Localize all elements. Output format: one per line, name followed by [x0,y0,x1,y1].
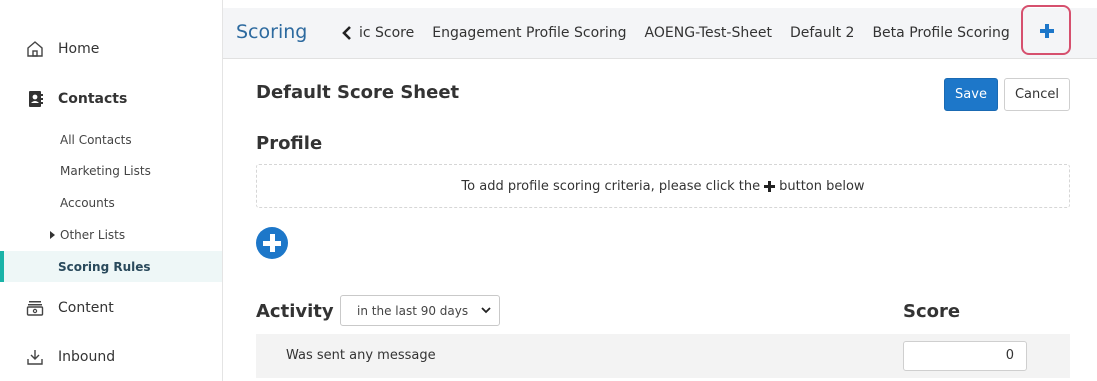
contacts-icon [29,91,43,107]
sidebar-item-label: All Contacts [60,133,132,147]
nav-home[interactable]: Home [0,34,222,64]
sidebar-item-marketing-lists[interactable]: Marketing Lists [0,156,222,186]
tab-engagement-profile-scoring[interactable]: Engagement Profile Scoring [432,25,626,41]
score-heading: Score [903,301,961,322]
nav-content[interactable]: Content [0,293,222,323]
activity-range-select[interactable]: in the last 90 days [340,295,500,326]
profile-empty-hint: To add profile scoring criteria, please … [256,164,1070,208]
home-icon [27,41,43,57]
sidebar-item-all-contacts[interactable]: All Contacts [0,125,222,155]
page-title: Scoring [236,21,308,43]
tab-default-2[interactable]: Default 2 [790,25,855,41]
hint-text-after: button below [779,178,865,194]
sidebar-item-label: Other Lists [60,228,126,242]
tab-beta-profile-scoring[interactable]: Beta Profile Scoring [872,25,1009,41]
nav-content-label: Content [58,300,114,316]
tab-ic-score[interactable]: ic Score [359,25,414,41]
save-button[interactable]: Save [944,78,998,111]
activity-heading: Activity [256,301,334,322]
hint-text-before: To add profile scoring criteria, please … [461,178,761,194]
sidebar: Home Contacts All Contacts Marketing Lis… [0,0,223,381]
add-sheet-button[interactable] [1021,5,1071,55]
sidebar-item-label: Scoring Rules [58,259,151,274]
sidebar-item-label: Accounts [60,196,115,210]
content-icon [26,301,44,316]
nav-inbound[interactable]: Inbound [0,342,222,372]
profile-heading: Profile [256,133,323,154]
chevron-left-icon[interactable] [341,26,353,40]
caret-right-icon [50,231,55,239]
sidebar-item-other-lists[interactable]: Other Lists [0,220,222,250]
sidebar-item-accounts[interactable]: Accounts [0,188,222,218]
plus-icon [1040,24,1054,38]
tab-strip: ic Score Engagement Profile Scoring AOEN… [359,25,1010,41]
sheet-title: Default Score Sheet [256,82,460,103]
sidebar-item-label: Marketing Lists [60,164,151,178]
activity-range-value: in the last 90 days [357,303,469,318]
plus-icon [764,180,776,192]
header-bar: Scoring ic Score Engagement Profile Scor… [223,5,1097,59]
chevron-down-icon [481,307,491,314]
cancel-button[interactable]: Cancel [1004,78,1070,111]
nav-home-label: Home [58,41,100,57]
nav-contacts-label: Contacts [58,91,128,107]
activity-row-label: Was sent any message [286,348,436,363]
nav-inbound-label: Inbound [58,349,116,365]
tab-aoeng-test-sheet[interactable]: AOENG-Test-Sheet [645,25,772,41]
add-profile-criteria-button[interactable] [256,227,288,259]
inbound-icon [27,350,43,365]
nav-contacts[interactable]: Contacts [0,84,222,114]
score-input[interactable]: 0 [903,341,1027,371]
sidebar-item-scoring-rules[interactable]: Scoring Rules [0,251,222,282]
